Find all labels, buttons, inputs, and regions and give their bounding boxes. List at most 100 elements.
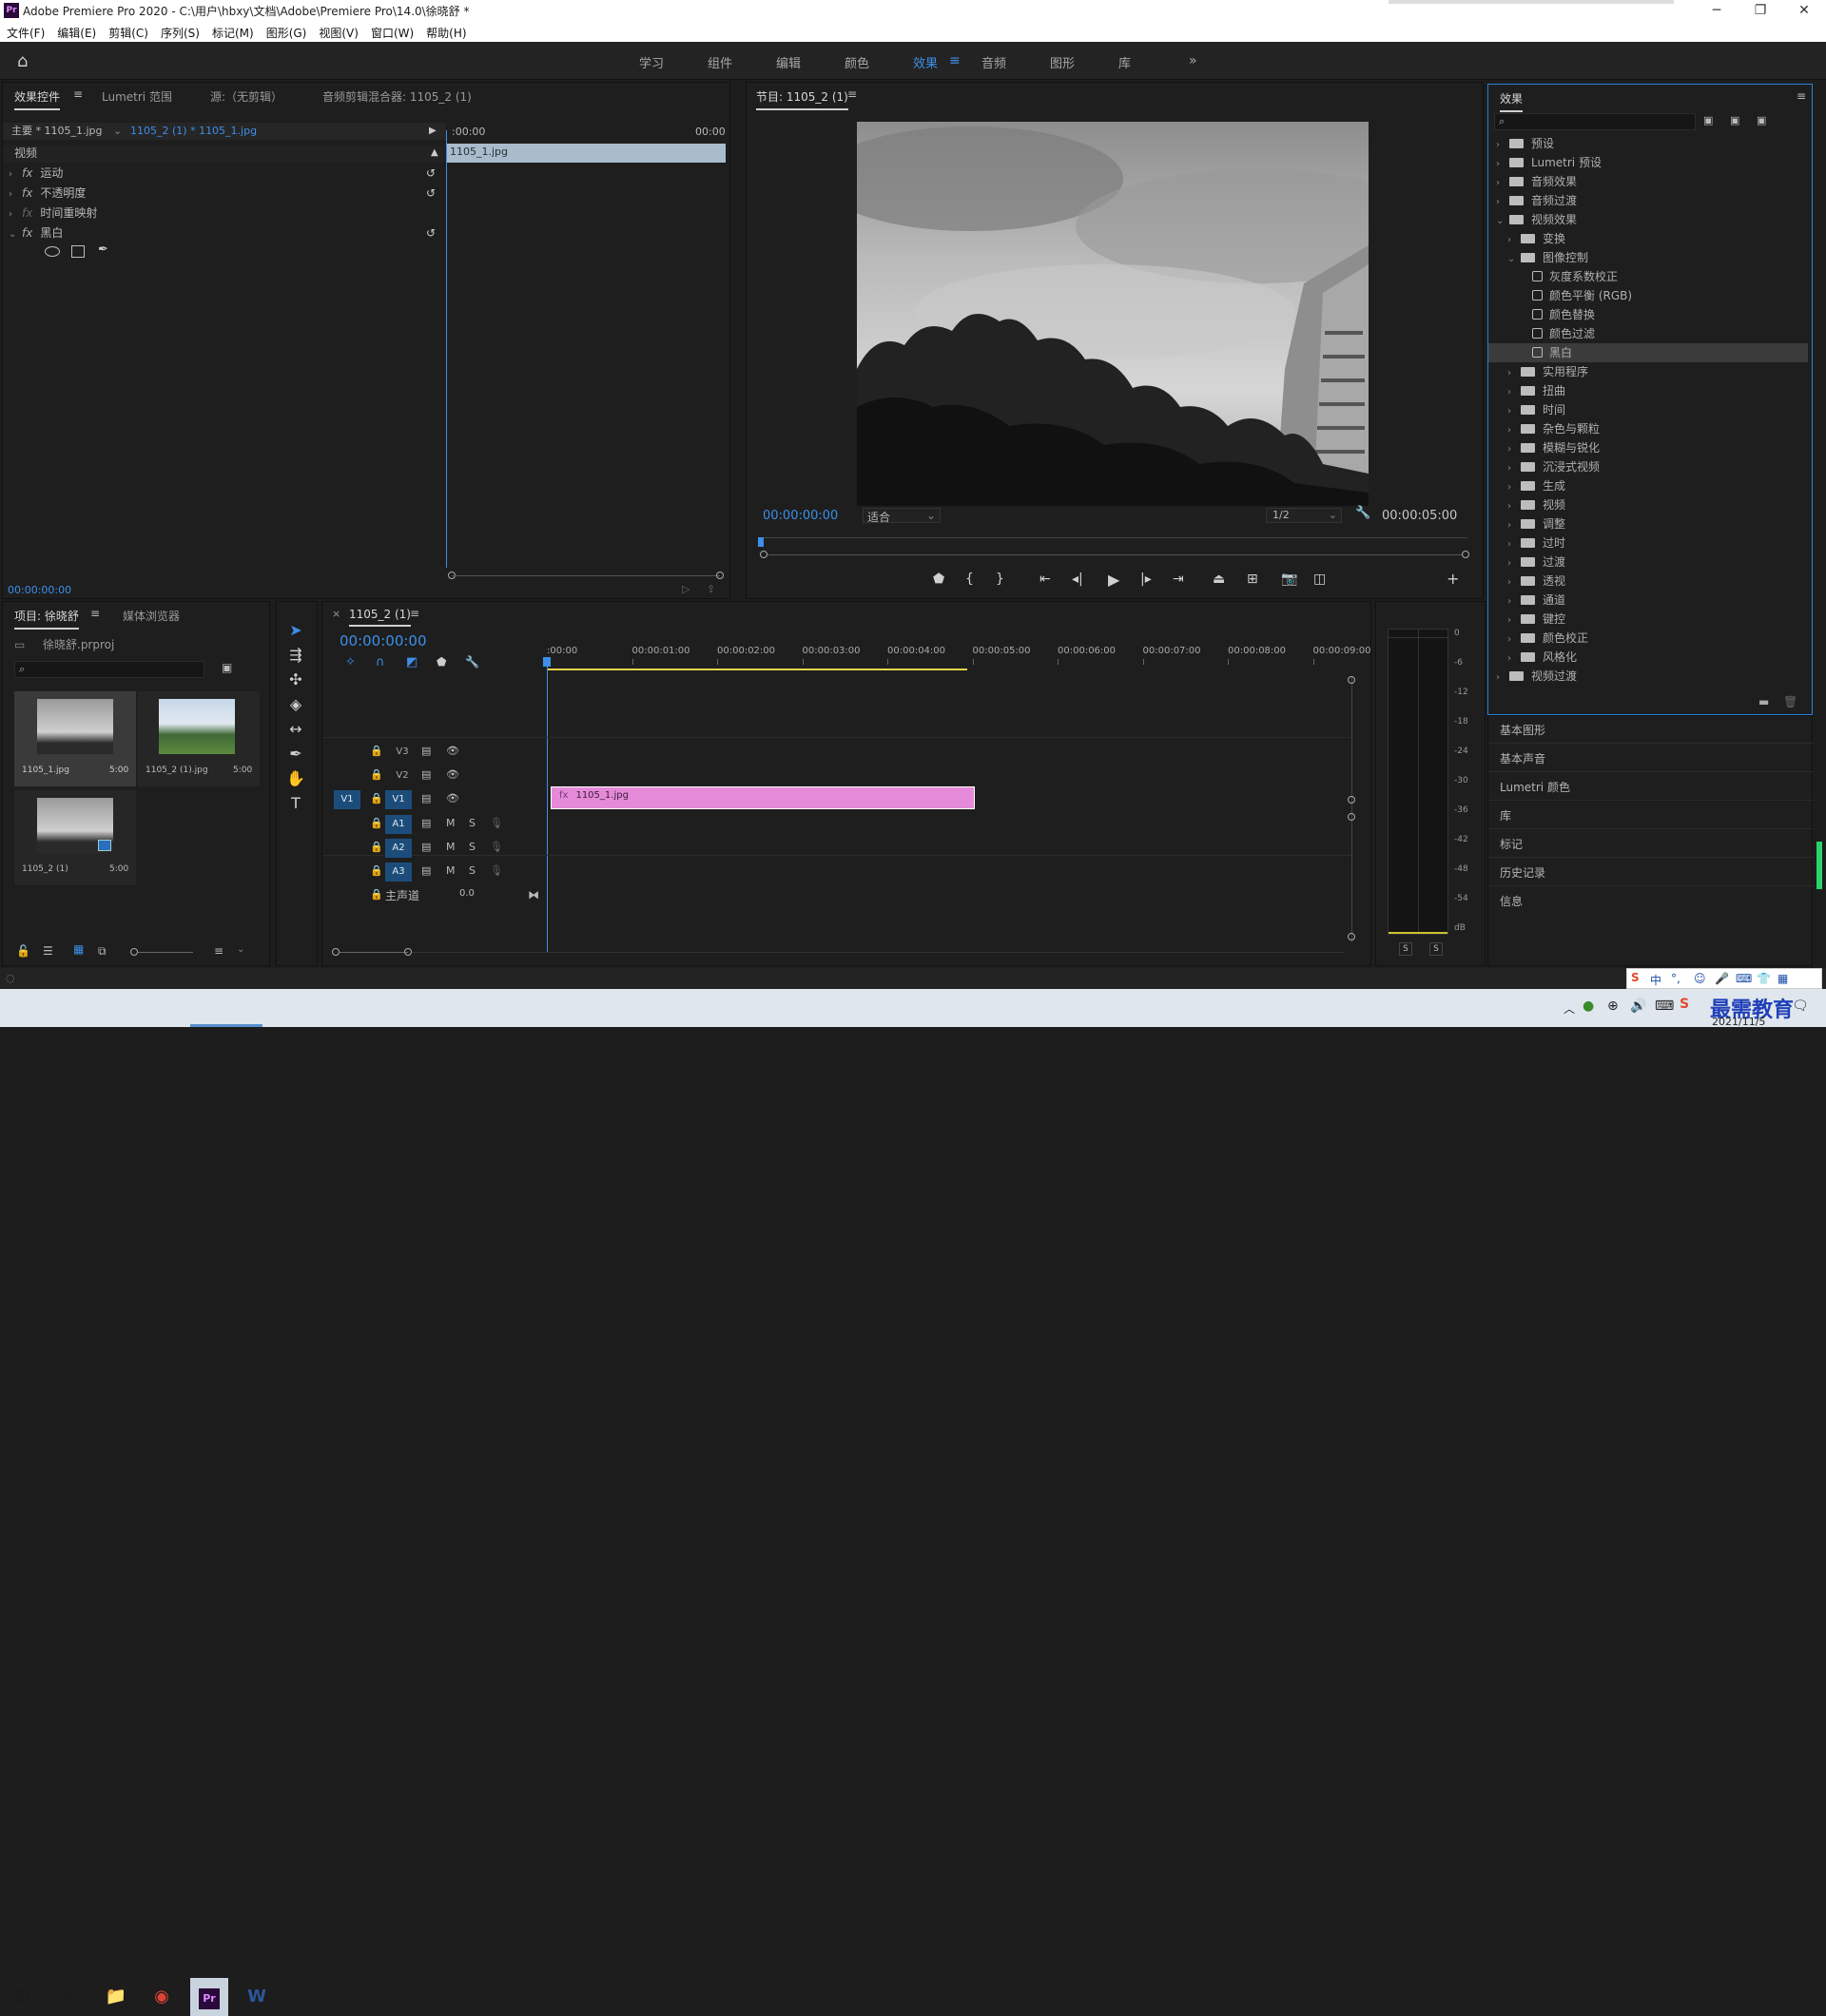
sync-lock-icon[interactable]: ▤ [421, 745, 431, 757]
zoom-slider[interactable] [138, 952, 193, 953]
effects-tree-item[interactable]: › 通道 [1488, 591, 1808, 610]
pen-tool-icon[interactable]: ✒ [284, 743, 307, 766]
add-marker-icon[interactable]: ⬟ [437, 655, 446, 669]
lock-icon[interactable]: 🔒 [370, 792, 383, 804]
timeline-clip[interactable]: fx 1105_1.jpg [551, 786, 975, 809]
chevron-right-icon[interactable]: › [1496, 174, 1505, 193]
panel-history[interactable]: 历史记录 [1500, 864, 1545, 881]
v-scroll-handle[interactable] [1348, 813, 1355, 821]
ime-toolbar[interactable]: S 中 °, ☺ 🎤 ⌨ 👕 ▦ [1626, 968, 1822, 989]
project-item[interactable]: 1105_1.jpg 5:00 [14, 691, 136, 786]
eye-icon[interactable]: 👁 [446, 745, 459, 757]
slip-tool-icon[interactable]: ↔ [284, 718, 307, 741]
comparison-view-icon[interactable]: ◫ [1313, 572, 1326, 587]
effects-tree-item[interactable]: › 音频过渡 [1488, 191, 1808, 210]
workspace-effects[interactable]: 效果 [913, 53, 938, 71]
reset-icon[interactable]: ↺ [426, 223, 436, 242]
effects-tree-item[interactable]: › 实用程序 [1488, 362, 1808, 381]
close-icon[interactable]: ✕ [1782, 0, 1826, 21]
panel-lumetri-color[interactable]: Lumetri 颜色 [1500, 779, 1570, 795]
home-icon[interactable]: ⌂ [17, 51, 28, 71]
panel-menu-icon[interactable]: ≡ [847, 87, 857, 101]
panel-essential-graphics[interactable]: 基本图形 [1500, 722, 1545, 738]
h-scroll-handle-right[interactable] [404, 948, 412, 956]
sogou-tray-icon[interactable]: S [1680, 997, 1689, 1012]
resolution-dropdown[interactable]: 1/2 ⌄ [1266, 508, 1342, 523]
chevron-right-icon[interactable]: › [1507, 459, 1517, 478]
timeline-playhead[interactable] [547, 659, 548, 952]
workspace-editing[interactable]: 编辑 [776, 53, 801, 71]
search-icon[interactable]: ⌕ [49, 1978, 87, 2016]
effects-tree-item[interactable]: 颜色过滤 [1488, 324, 1808, 343]
chevron-right-icon[interactable]: › [1496, 136, 1505, 155]
effect-row-motion[interactable]: › fx 运动 [9, 164, 63, 183]
timeline-tab[interactable]: 1105_2 (1) [349, 608, 411, 627]
solo-button[interactable]: S [469, 841, 476, 853]
source-patch-v1[interactable]: V1 [334, 790, 360, 809]
filter-icon[interactable]: ▷ [682, 583, 690, 595]
timeline-settings-icon[interactable]: 🔧 [465, 655, 479, 669]
effect-controls-timecode[interactable]: 00:00:00:00 [8, 581, 71, 600]
lock-icon[interactable]: 🔒 [370, 817, 383, 829]
effects-tree-item[interactable]: 灰度系数校正 [1488, 267, 1808, 286]
snap-icon[interactable]: ∩ [376, 655, 385, 669]
tab-media-browser[interactable]: 媒体浏览器 [123, 608, 180, 624]
go-to-in-icon[interactable]: ⇤ [1039, 572, 1051, 587]
sync-lock-icon[interactable]: ▤ [421, 768, 431, 781]
v-scrollbar[interactable] [1351, 676, 1352, 942]
timeline-timecode[interactable]: 00:00:00:00 [340, 632, 427, 649]
microphone-icon[interactable]: 🎙 [490, 817, 503, 829]
razor-tool-icon[interactable]: ◈ [284, 693, 307, 716]
tab-lumetri-scopes[interactable]: Lumetri 范围 [102, 88, 172, 105]
track-label[interactable]: A1 [385, 815, 412, 834]
solo-right-button[interactable]: S [1429, 942, 1443, 956]
chevron-down-icon[interactable]: ⌄ [237, 944, 244, 955]
chevron-down-icon[interactable]: ⌄ [113, 122, 122, 141]
collapse-up-icon[interactable]: ▲ [431, 144, 438, 163]
add-marker-icon[interactable]: ⬟ [933, 572, 944, 587]
yuv-effects-icon[interactable]: ▣ [1757, 114, 1766, 126]
project-search-input[interactable]: ⌕ [14, 661, 204, 678]
chevron-down-icon[interactable]: ⌄ [1507, 250, 1517, 269]
reset-icon[interactable]: ↺ [426, 184, 436, 203]
playhead-handle[interactable] [543, 657, 551, 667]
tab-project[interactable]: 项目: 徐晓舒 [14, 608, 79, 630]
effects-tree-item[interactable]: › 颜色校正 [1488, 629, 1808, 648]
effects-tree-item[interactable]: › 风格化 [1488, 648, 1808, 667]
v-scroll-handle[interactable] [1348, 796, 1355, 804]
solo-left-button[interactable]: S [1399, 942, 1412, 956]
effects-tree-item[interactable]: ⌄ 视频效果 [1488, 210, 1808, 229]
effects-tree-item[interactable]: ⌄ 图像控制 [1488, 248, 1808, 267]
workspace-learn[interactable]: 学习 [639, 53, 664, 71]
rectangle-mask-icon[interactable] [71, 245, 85, 258]
solo-button[interactable]: S [469, 817, 476, 829]
lock-icon[interactable]: 🔓 [16, 944, 30, 958]
export-icon[interactable]: ⇪ [707, 583, 715, 595]
effects-search-input[interactable]: ⌕ [1494, 113, 1696, 130]
chevron-down-icon[interactable]: ⌄ [1496, 212, 1505, 231]
extract-icon[interactable]: ⊞ [1247, 572, 1258, 587]
menu-sequence[interactable]: 序列(S) [154, 21, 205, 41]
wrench-icon[interactable]: 🔧 [1355, 506, 1370, 520]
lock-icon[interactable]: 🔒 [370, 841, 383, 853]
lock-icon[interactable]: 🔒 [370, 768, 383, 781]
tab-audio-clip-mixer[interactable]: 音频剪辑混合器: 1105_2 (1) [322, 88, 472, 105]
menu-file[interactable]: 文件(F) [0, 21, 50, 41]
input-method-icon[interactable]: ⌨ [1655, 998, 1674, 1014]
mark-out-icon[interactable]: } [996, 572, 1004, 587]
effects-tree-item[interactable]: 颜色平衡 (RGB) [1488, 286, 1808, 305]
program-time-ruler[interactable] [760, 537, 1467, 538]
tab-effect-controls[interactable]: 效果控件 [14, 88, 61, 110]
mute-button[interactable]: M [446, 841, 456, 853]
track-label[interactable]: V3 [389, 743, 416, 762]
chevron-right-icon[interactable]: › [1507, 383, 1517, 402]
menu-edit[interactable]: 编辑(E) [50, 21, 102, 41]
selection-tool-icon[interactable]: ➤ [284, 619, 307, 642]
effects-tree-item[interactable]: › 过渡 [1488, 552, 1808, 572]
type-tool-icon[interactable]: T [284, 792, 307, 815]
play-icon[interactable]: ▶ [1108, 571, 1119, 589]
new-bin-icon[interactable]: ▬ [1758, 695, 1769, 708]
chrome-icon[interactable]: ◉ [143, 1978, 181, 2016]
windows-start-icon[interactable]: ⊞ [4, 1978, 42, 2016]
step-forward-icon[interactable]: |▸ [1140, 572, 1152, 587]
